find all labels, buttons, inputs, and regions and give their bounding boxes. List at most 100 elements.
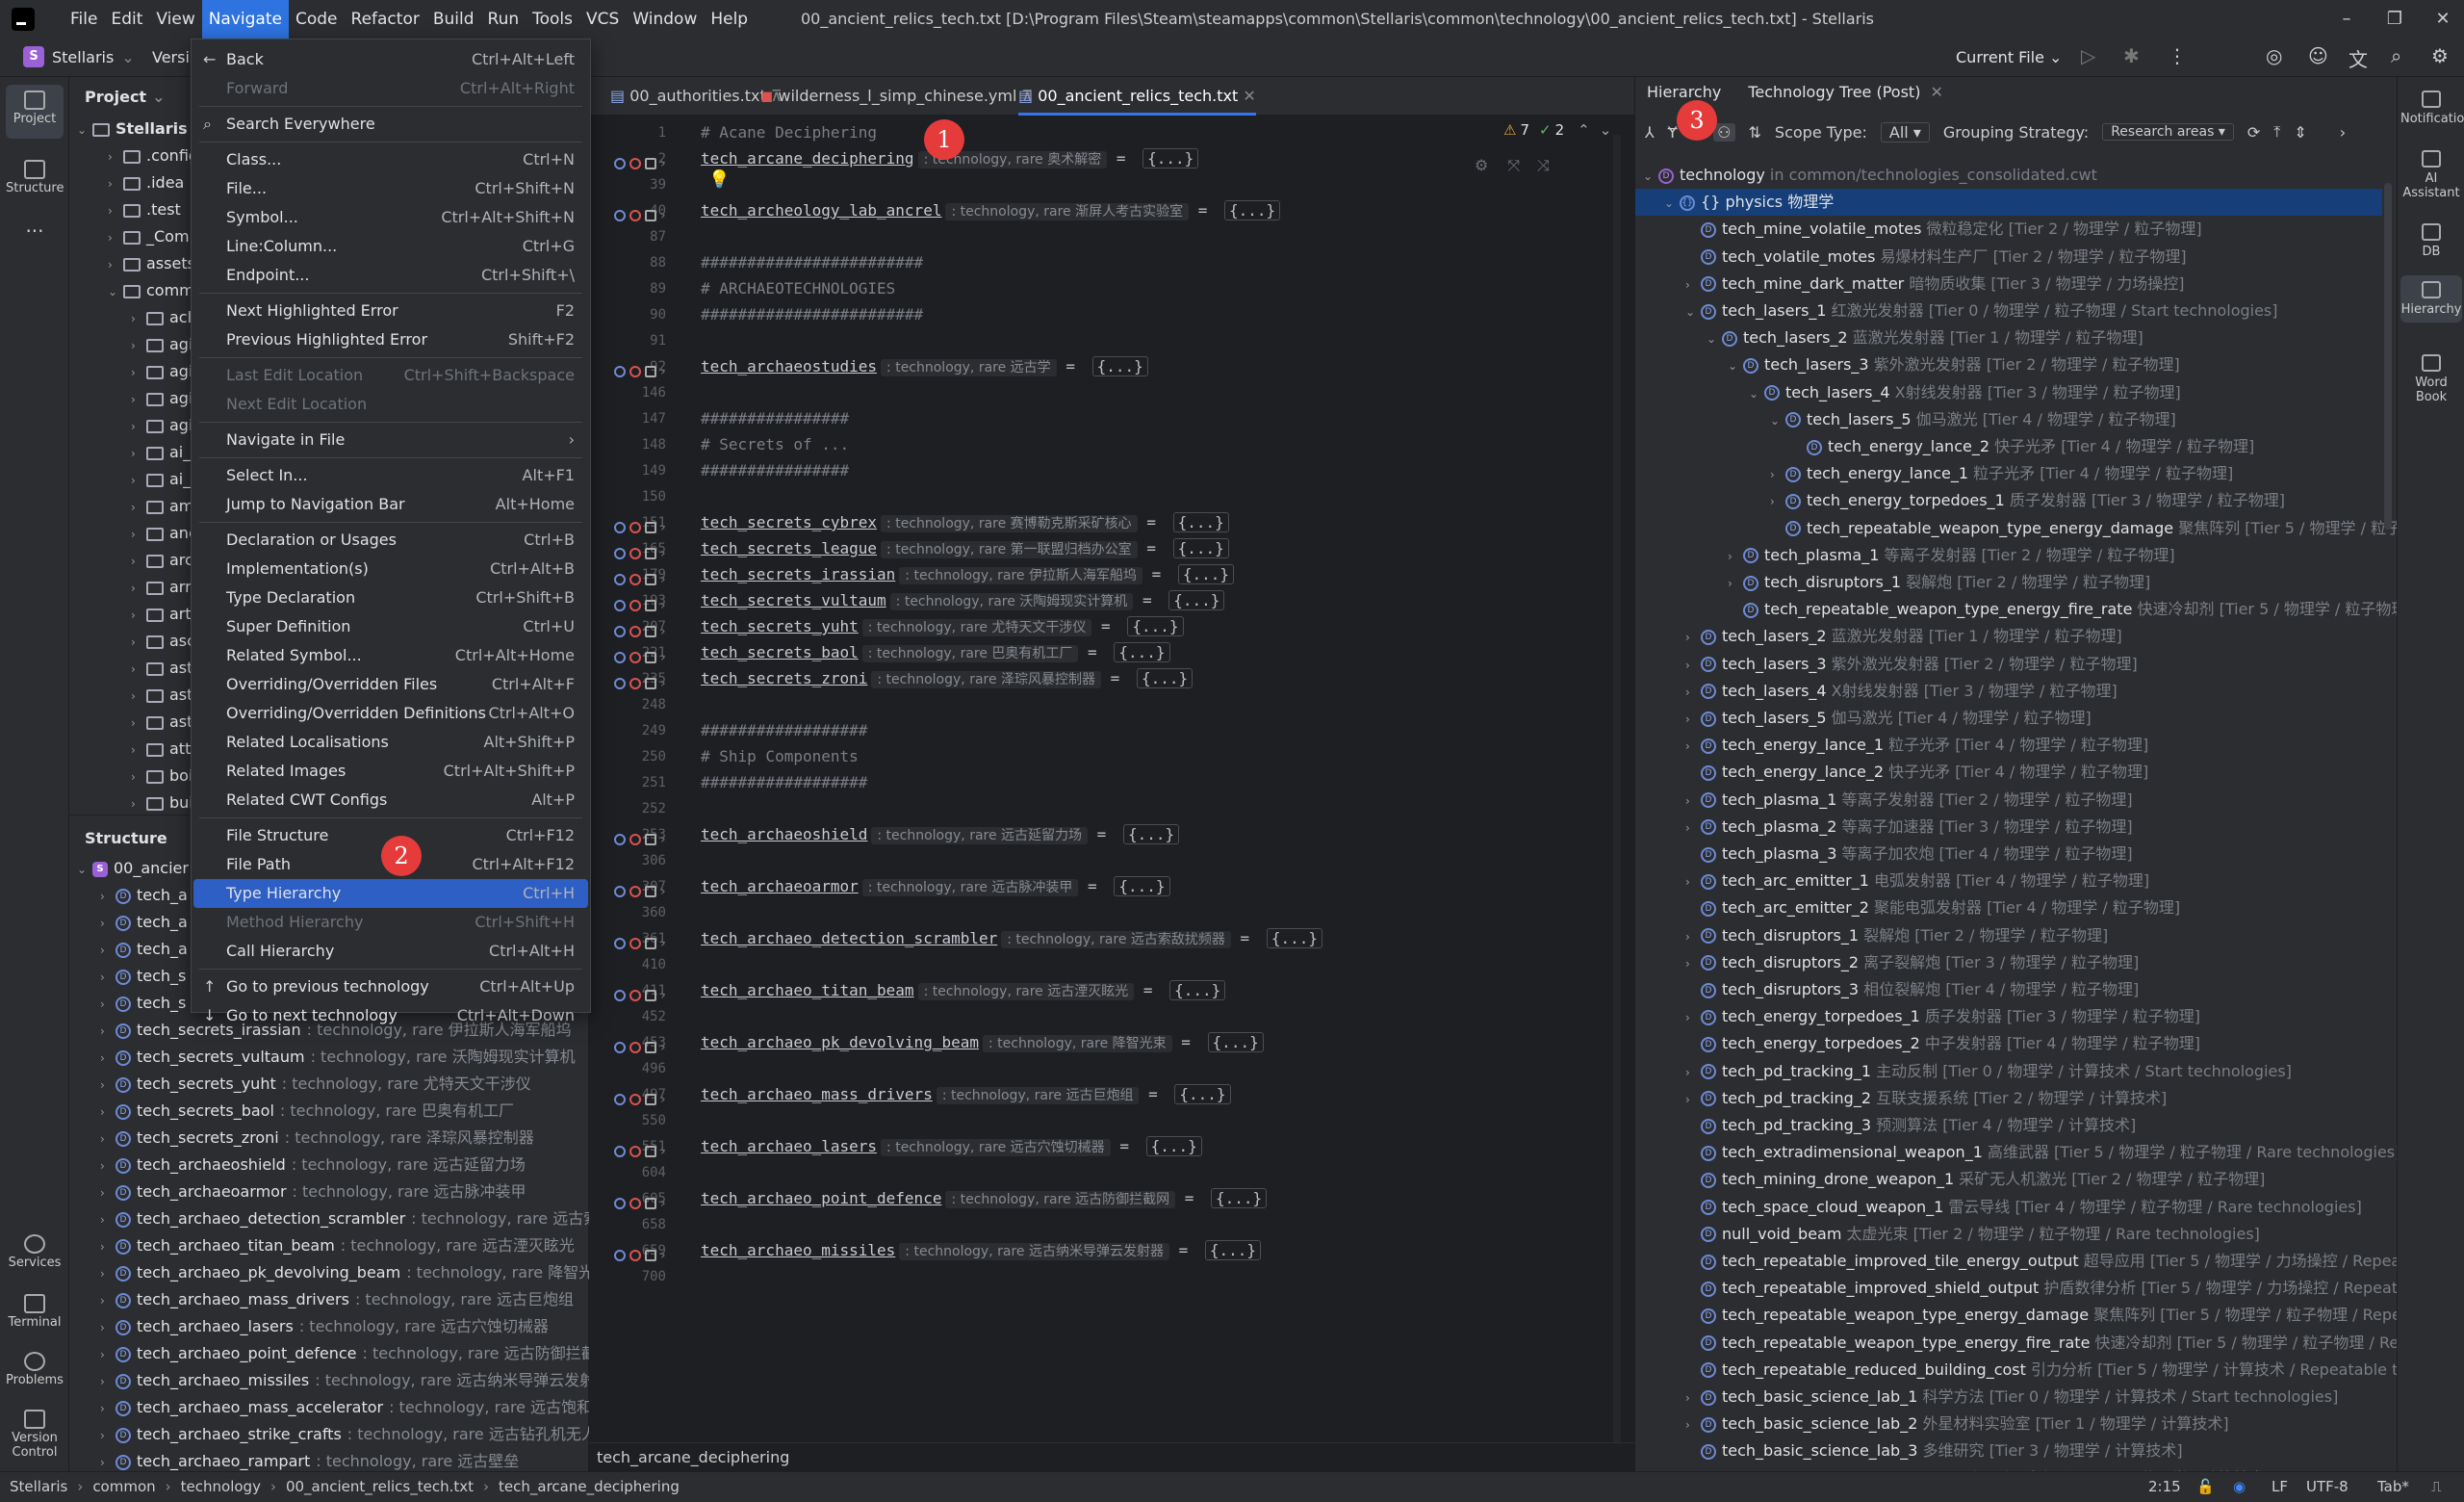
hierarchy-row[interactable]: Dtech_energy_torpedoes_2 中子发射器 [Tier 4 /…	[1635, 1030, 2382, 1057]
hierarchy-row[interactable]: › Dtech_energy_torpedoes_1 质子发射器 [Tier 3 …	[1635, 487, 2382, 514]
hierarchy-row[interactable]: Dtech_volatile_motes 易爆材料生产厂 [Tier 2 / 物…	[1635, 244, 2382, 271]
folded-block[interactable]: {...}	[1145, 1136, 1202, 1156]
menu-run[interactable]: Run	[481, 0, 526, 39]
folded-block[interactable]: {...}	[1142, 148, 1199, 168]
refresh-icon[interactable]: ⟳	[2247, 123, 2260, 142]
hierarchy-row[interactable]: Dtech_repeatable_weapon_type_energy_dama…	[1635, 1302, 2426, 1329]
gutter-icons[interactable]: ›	[614, 1089, 691, 1108]
folded-block[interactable]: {...}	[1224, 200, 1281, 220]
menu-view[interactable]: View	[149, 0, 201, 39]
navigate-menu-item[interactable]: Symbol... Ctrl+Alt+Shift+N	[193, 203, 588, 232]
navigate-menu-item[interactable]: File... Ctrl+Shift+N	[193, 174, 588, 203]
editor-tab[interactable]: ▤ 00_authorities.txt ⊼	[610, 77, 783, 116]
hierarchy-row[interactable]: Dtech_repeatable_improved_shield_output …	[1635, 1275, 2422, 1302]
folded-block[interactable]: {...}	[1172, 512, 1229, 532]
hierarchy-row[interactable]: ⌄ Dtech_lasers_3 紫外激光发射器 [Tier 2 / 物理学 / …	[1635, 351, 2382, 378]
gutter-icons[interactable]: ›	[614, 517, 691, 536]
tree-item[interactable]: › agi	[131, 385, 192, 412]
gutter-icons[interactable]: ›	[614, 543, 691, 562]
folded-block[interactable]: {...}	[1266, 928, 1322, 948]
structure-item[interactable]: › Dtech_secrets_baol: technology, rare 巴奥…	[100, 1098, 514, 1125]
chrome-icon[interactable]: ◉	[2233, 1478, 2246, 1495]
hierarchy-row[interactable]: › Dtech_energy_lance_1 粒子光矛 [Tier 4 / 物理学…	[1635, 460, 2382, 487]
sort-icon[interactable]: ⇅	[1749, 123, 1761, 142]
navigate-menu-item[interactable]: ⌕ Search Everywhere	[193, 110, 588, 139]
search-icon[interactable]: ⌕	[2391, 44, 2401, 67]
maximize-icon[interactable]: ❐	[2375, 0, 2414, 39]
folded-block[interactable]: {...}	[1207, 1032, 1264, 1052]
navigate-menu-item[interactable]: Overriding/Overridden Files Ctrl+Alt+F	[193, 670, 588, 699]
hierarchy-scrollbar[interactable]	[2384, 183, 2392, 530]
more-icon[interactable]: ⋮	[2168, 44, 2187, 67]
structure-item[interactable]: › Dtech_secrets_zroni: technology, rare 泽…	[100, 1125, 534, 1152]
gutter-icons[interactable]: ›	[614, 647, 691, 666]
chevron-up-icon[interactable]: ⌃	[1578, 121, 1590, 139]
tech-identifier[interactable]: tech_archaeo_pk_devolving_beam	[701, 1033, 979, 1051]
menu-help[interactable]: Help	[704, 0, 755, 39]
hierarchy-row[interactable]: › Dtech_basic_science_lab_2 外星材料实验室 [Tier…	[1635, 1411, 2382, 1437]
navigate-menu-item[interactable]: Last Edit Location Ctrl+Shift+Backspace	[193, 361, 588, 390]
navigate-menu-item[interactable]: Select In... Alt+F1	[193, 461, 588, 490]
tree-item[interactable]: › _Com	[108, 223, 190, 250]
hierarchy-row[interactable]: Dtech_arc_emitter_2 聚能电弧发射器 [Tier 4 / 物理…	[1635, 894, 2382, 921]
indent-setting[interactable]: Tab*	[2377, 1478, 2409, 1495]
word-book-button[interactable]: Word Book	[2400, 349, 2462, 404]
tree-item[interactable]: › bui	[131, 790, 193, 816]
tab-hierarchy[interactable]: Hierarchy	[1647, 83, 1721, 101]
structure-item[interactable]: › Dtech_archaeo_titan_beam: technology, r…	[100, 1232, 575, 1259]
structure-tool-button[interactable]: Structure	[6, 154, 64, 208]
close-icon[interactable]: ✕	[1238, 87, 1255, 105]
folded-block[interactable]: {...}	[1174, 1084, 1231, 1104]
scope-type-select[interactable]: All ▾	[1880, 121, 1930, 142]
hierarchy-row[interactable]: › Dtech_disruptors_1 裂解炮 [Tier 2 / 物理学 / …	[1635, 569, 2382, 596]
notifications-button[interactable]: Notifications	[2400, 85, 2464, 126]
navigate-menu-item[interactable]: ↑ Go to previous technology Ctrl+Alt+Up	[193, 972, 588, 1001]
tech-identifier[interactable]: tech_archaeo_point_defence	[701, 1189, 941, 1207]
structure-item[interactable]: › Dtech_archaeo_lasers: technology, rare …	[100, 1313, 549, 1340]
services-tool-button[interactable]: Services	[6, 1229, 64, 1277]
structure-item[interactable]: › Dtech_s	[100, 963, 192, 990]
structure-item[interactable]: › Dtech_archaeo_strike_crafts: technology…	[100, 1421, 612, 1448]
tree-item[interactable]: › boi	[131, 763, 192, 790]
chevron-down-icon[interactable]: ⌄	[1600, 121, 1612, 139]
project-selector[interactable]: S Stellaris ⌄	[23, 46, 135, 67]
gutter-icons[interactable]: ›	[614, 361, 691, 380]
tech-identifier[interactable]: tech_arcane_deciphering	[701, 149, 914, 168]
folded-block[interactable]: {...}	[1204, 1240, 1262, 1260]
hierarchy-row[interactable]: › Dtech_arc_emitter_1 电弧发射器 [Tier 4 / 物理学…	[1635, 868, 2382, 894]
tree-item[interactable]: › anc	[131, 520, 197, 547]
hierarchy-row[interactable]: › Dtech_plasma_1 等离子发射器 [Tier 2 / 物理学 / 粒…	[1635, 542, 2382, 569]
folded-block[interactable]: {...}	[1136, 668, 1194, 688]
status-crumb[interactable]: tech_arcane_deciphering	[499, 1478, 680, 1495]
navigate-menu-item[interactable]: Related Localisations Alt+Shift+P	[193, 728, 588, 757]
navigate-menu-item[interactable]: Call Hierarchy Ctrl+Alt+H	[193, 937, 588, 966]
vcs-tool-button[interactable]: Version Control	[6, 1404, 64, 1465]
line-ending[interactable]: LF	[2272, 1478, 2288, 1495]
tech-identifier[interactable]: tech_secrets_league	[701, 539, 877, 557]
navigate-menu-item[interactable]: Related Symbol... Ctrl+Alt+Home	[193, 641, 588, 670]
tree-item[interactable]: › agi	[131, 358, 192, 385]
hierarchy-row[interactable]: › Dtech_disruptors_2 离子裂解炮 [Tier 3 / 物理学 …	[1635, 949, 2382, 976]
menu-refactor[interactable]: Refactor	[345, 0, 426, 39]
hierarchy-row[interactable]: ⌄ Dtech_lasers_1 红激光发射器 [Tier 0 / 物理学 / 粒…	[1635, 298, 2382, 324]
supertypes-icon[interactable]: ⅄	[1645, 123, 1655, 142]
terminal-tool-button[interactable]: Terminal	[6, 1288, 64, 1336]
folded-block[interactable]: {...}	[1114, 642, 1170, 662]
gutter-icons[interactable]: ›	[614, 1193, 691, 1212]
status-crumb[interactable]: 00_ancient_relics_tech.txt	[286, 1478, 474, 1495]
tree-item[interactable]: › .idea	[108, 169, 184, 196]
translate-icon[interactable]: 文	[2348, 44, 2368, 72]
tech-identifier[interactable]: tech_archaeoarmor	[701, 877, 859, 895]
navigate-menu-item[interactable]: Implementation(s) Ctrl+Alt+B	[193, 555, 588, 583]
tech-identifier[interactable]: tech_secrets_yuht	[701, 617, 859, 635]
tree-item[interactable]: › ast	[131, 709, 192, 736]
tech-identifier[interactable]: tech_archaeo_missiles	[701, 1241, 895, 1259]
hierarchy-row[interactable]: Dtech_pd_tracking_3 预测算法 [Tier 4 / 物理学 /…	[1635, 1112, 2382, 1139]
project-tool-button[interactable]: Project	[6, 85, 64, 139]
pin-icon[interactable]: ⤒	[2273, 122, 2280, 142]
account-icon[interactable]: ☺	[2308, 44, 2328, 67]
folded-block[interactable]: {...}	[1172, 538, 1229, 558]
structure-item[interactable]: › Dtech_secrets_yuht: technology, rare 尤特…	[100, 1071, 531, 1098]
menu-code[interactable]: Code	[289, 0, 345, 39]
vcs-widget[interactable]: Versi	[152, 48, 190, 66]
